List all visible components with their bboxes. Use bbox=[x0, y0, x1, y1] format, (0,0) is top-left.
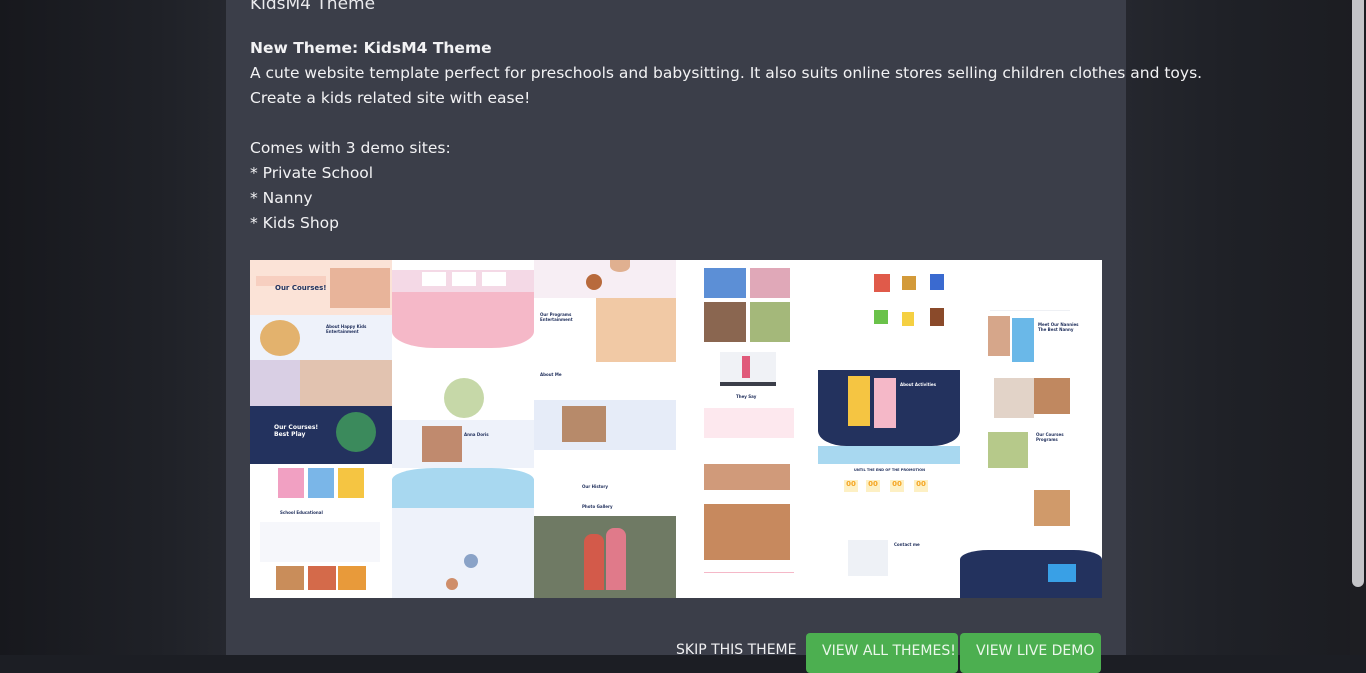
scrollbar-thumb[interactable] bbox=[1352, 0, 1364, 587]
preview-text: About Happy Kids Entertainment bbox=[326, 324, 367, 334]
preview-column-private-school: Our Courses! About Happy Kids Entertainm… bbox=[250, 260, 392, 598]
preview-text: Meet Our Nannies The Best Nanny bbox=[1038, 322, 1079, 332]
view-live-demo-button[interactable]: VIEW LIVE DEMO bbox=[960, 633, 1101, 673]
modal-footer: SKIP THIS THEME VIEW ALL THEMES! VIEW LI… bbox=[226, 630, 1126, 673]
preview-text: About Me bbox=[540, 372, 562, 377]
demo-intro: Comes with 3 demo sites: bbox=[250, 139, 451, 157]
demo-site-item: * Kids Shop bbox=[250, 214, 339, 232]
countdown-digit: 00 bbox=[914, 480, 928, 492]
preview-text: About Activities bbox=[900, 382, 936, 387]
preview-column-testimonials: They Say bbox=[676, 260, 818, 598]
page-backdrop-right bbox=[1126, 0, 1366, 655]
preview-text: Our Programs Entertainment bbox=[540, 312, 573, 322]
theme-preview-image: Our Courses! About Happy Kids Entertainm… bbox=[250, 260, 1102, 598]
page-backdrop-left bbox=[0, 0, 226, 655]
description-line-2: Create a kids related site with ease! bbox=[250, 89, 531, 107]
preview-text: They Say bbox=[736, 394, 757, 399]
modal-title: KidsM4 Theme bbox=[250, 0, 376, 14]
preview-text: Our Courses Programs bbox=[1036, 432, 1064, 442]
countdown-digit: 00 bbox=[866, 480, 880, 492]
preview-column-nanny: Anna Doris bbox=[392, 260, 534, 598]
preview-column-programs: Our Programs Entertainment About Me Our … bbox=[534, 260, 676, 598]
preview-text: Our Courses! Best Play bbox=[274, 424, 319, 438]
preview-text: Contact me bbox=[894, 542, 920, 547]
preview-text: UNTIL THE END OF THE PROMOTION bbox=[854, 468, 926, 472]
demo-site-item: * Nanny bbox=[250, 189, 313, 207]
demo-site-item: * Private School bbox=[250, 164, 374, 182]
theme-modal: KidsM4 Theme New Theme: KidsM4 Theme A c… bbox=[226, 0, 1203, 673]
skip-theme-button[interactable]: SKIP THIS THEME bbox=[676, 642, 796, 658]
theme-description: New Theme: KidsM4 Theme A cute website t… bbox=[250, 36, 1203, 236]
preview-column-kids-shop: About Activities UNTIL THE END OF THE PR… bbox=[818, 260, 960, 598]
preview-text: School Educational bbox=[280, 510, 323, 515]
preview-text: Anna Doris bbox=[464, 432, 489, 437]
preview-column-nannies: Meet Our Nannies The Best Nanny Our Cour… bbox=[960, 260, 1102, 598]
preview-text: Our History bbox=[582, 484, 608, 489]
countdown-digit: 00 bbox=[844, 480, 858, 492]
countdown-digit: 00 bbox=[890, 480, 904, 492]
preview-text: Our Courses! bbox=[275, 284, 327, 292]
theme-headline: New Theme: KidsM4 Theme bbox=[250, 39, 492, 57]
preview-text: Photo Gallery bbox=[582, 504, 613, 509]
view-all-themes-button[interactable]: VIEW ALL THEMES! bbox=[806, 633, 958, 673]
description-line-1: A cute website template perfect for pres… bbox=[250, 64, 1203, 82]
